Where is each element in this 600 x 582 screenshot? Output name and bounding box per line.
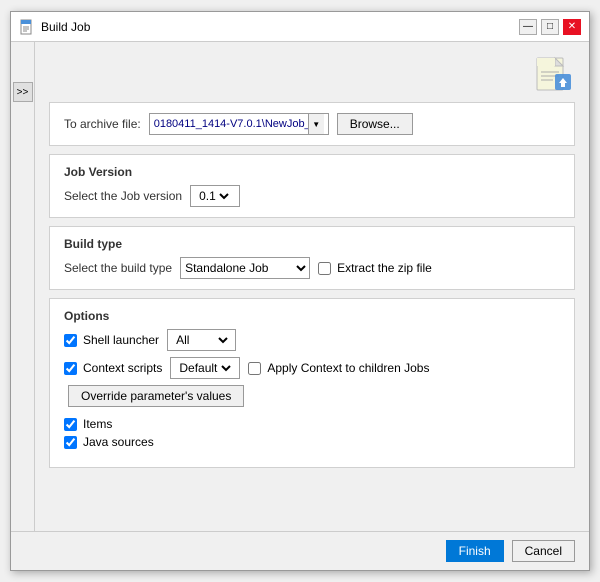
options-section: Options Shell launcher All None Default xyxy=(49,298,575,468)
java-sources-label: Java sources xyxy=(83,435,154,449)
archive-combo[interactable]: ▼ xyxy=(149,113,329,135)
main-panel: To archive file: ▼ Browse... Job Version… xyxy=(35,42,589,531)
context-scripts-row: Context scripts Default None All Apply C… xyxy=(64,357,560,379)
side-panel: >> xyxy=(11,42,35,531)
java-sources-checkbox-label[interactable]: Java sources xyxy=(64,435,154,449)
options-title: Options xyxy=(64,309,560,323)
title-bar: Build Job — □ ✕ xyxy=(11,12,589,42)
context-scripts-select[interactable]: Default None All xyxy=(175,360,234,376)
build-type-label: Select the build type xyxy=(64,261,172,275)
archive-icon xyxy=(533,52,575,94)
cancel-button[interactable]: Cancel xyxy=(512,540,575,562)
extract-checkbox-row[interactable]: Extract the zip file xyxy=(318,261,432,275)
shell-launcher-checkbox[interactable] xyxy=(64,334,77,347)
window-title: Build Job xyxy=(41,20,90,34)
close-button[interactable]: ✕ xyxy=(563,19,581,35)
browse-button[interactable]: Browse... xyxy=(337,113,413,135)
title-controls: — □ ✕ xyxy=(519,19,581,35)
extract-label: Extract the zip file xyxy=(337,261,432,275)
archive-label: To archive file: xyxy=(64,117,141,131)
apply-context-checkbox[interactable] xyxy=(248,362,261,375)
archive-section: To archive file: ▼ Browse... xyxy=(49,102,575,146)
shell-launcher-checkbox-label[interactable]: Shell launcher xyxy=(64,333,159,347)
shell-launcher-label: Shell launcher xyxy=(83,333,159,347)
job-version-title: Job Version xyxy=(64,165,560,179)
build-type-title: Build type xyxy=(64,237,560,251)
override-btn-row: Override parameter's values xyxy=(64,385,560,407)
build-type-section: Build type Select the build type Standal… xyxy=(49,226,575,290)
context-scripts-combo[interactable]: Default None All xyxy=(170,357,240,379)
build-job-window: Build Job — □ ✕ >> xyxy=(10,11,590,571)
window-body: >> xyxy=(11,42,589,531)
build-type-select[interactable]: Standalone Job Remote Job xyxy=(181,260,309,276)
items-label: Items xyxy=(83,417,112,431)
finish-button[interactable]: Finish xyxy=(446,540,504,562)
job-version-section: Job Version Select the Job version 0.1 0… xyxy=(49,154,575,218)
java-sources-row: Java sources xyxy=(64,435,560,449)
shell-launcher-row: Shell launcher All None Default xyxy=(64,329,560,351)
build-type-combo[interactable]: Standalone Job Remote Job xyxy=(180,257,310,279)
build-type-field-row: Select the build type Standalone Job Rem… xyxy=(64,257,560,279)
context-scripts-checkbox-label[interactable]: Context scripts xyxy=(64,361,162,375)
items-checkbox[interactable] xyxy=(64,418,77,431)
apply-context-label: Apply Context to children Jobs xyxy=(267,361,429,375)
archive-dropdown-arrow[interactable]: ▼ xyxy=(308,114,324,134)
job-version-label: Select the Job version xyxy=(64,189,182,203)
job-version-select[interactable]: 0.1 0.2 1.0 xyxy=(195,188,232,204)
apply-context-label-row[interactable]: Apply Context to children Jobs xyxy=(248,361,429,375)
maximize-button[interactable]: □ xyxy=(541,19,559,35)
context-scripts-checkbox[interactable] xyxy=(64,362,77,375)
title-bar-left: Build Job xyxy=(19,19,90,35)
extract-checkbox[interactable] xyxy=(318,262,331,275)
context-scripts-label: Context scripts xyxy=(83,361,162,375)
minimize-button[interactable]: — xyxy=(519,19,537,35)
items-section: Items Java sources xyxy=(64,413,560,457)
override-button[interactable]: Override parameter's values xyxy=(68,385,244,407)
job-version-field-row: Select the Job version 0.1 0.2 1.0 xyxy=(64,185,560,207)
window-icon xyxy=(19,19,35,35)
side-arrow-button[interactable]: >> xyxy=(13,82,33,102)
job-version-combo[interactable]: 0.1 0.2 1.0 xyxy=(190,185,240,207)
java-sources-checkbox[interactable] xyxy=(64,436,77,449)
shell-launcher-combo[interactable]: All None Default xyxy=(167,329,236,351)
items-checkbox-label[interactable]: Items xyxy=(64,417,112,431)
items-row: Items xyxy=(64,417,560,431)
archive-field-row: To archive file: ▼ Browse... xyxy=(64,113,560,135)
shell-launcher-select[interactable]: All None Default xyxy=(172,332,231,348)
archive-input[interactable] xyxy=(154,118,308,130)
bottom-bar: Finish Cancel xyxy=(11,531,589,570)
top-icon-area xyxy=(49,52,575,94)
